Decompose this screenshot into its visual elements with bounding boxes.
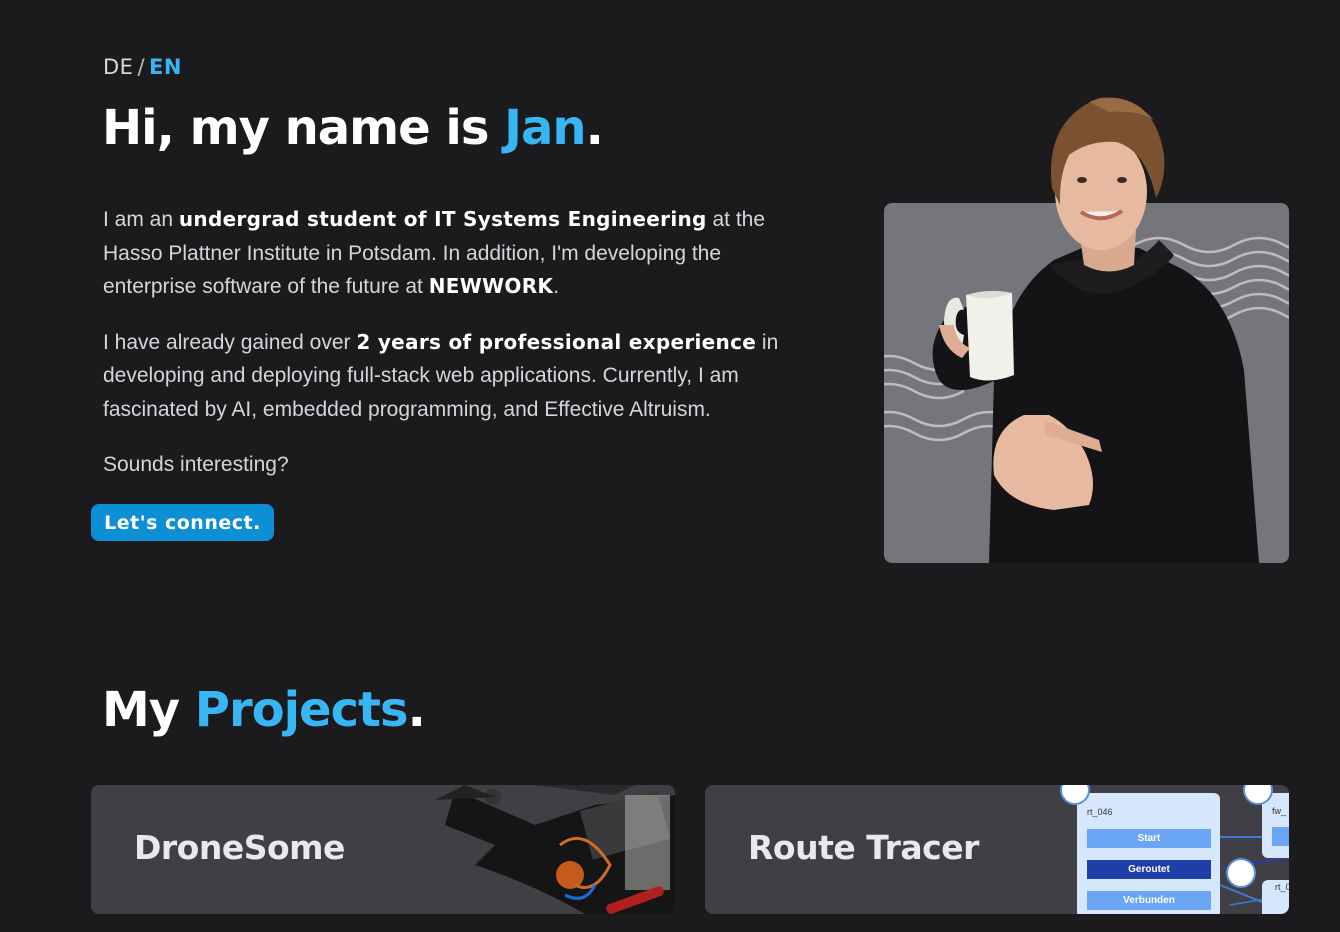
route-id: fw_: [1272, 806, 1287, 816]
project-card-title: Route Tracer: [748, 828, 979, 867]
intro-highlight-experience: 2 years of professional experience: [356, 329, 757, 354]
project-card-dronesome[interactable]: DroneSome: [91, 785, 675, 914]
router-icon: [1226, 858, 1256, 888]
routed-tag: Geroutet: [1087, 860, 1211, 879]
intro-text-span: I am an: [103, 208, 179, 231]
hero-name: Jan: [504, 100, 586, 156]
connected-tag: Verbunden: [1087, 891, 1211, 910]
language-switch: DE / EN: [103, 55, 182, 79]
hero-period: .: [585, 100, 604, 156]
intro-text-span: .: [553, 275, 560, 298]
intro-highlight-company: NEWWORK: [428, 274, 554, 298]
intro-paragraph-2: I have already gained over 2 years of pr…: [103, 326, 803, 427]
projects-title-accent: Projects: [194, 682, 409, 738]
lang-separator: /: [137, 55, 146, 79]
portrait: [884, 80, 1289, 563]
intro-highlight-degree: undergrad student of IT Systems Engineer…: [178, 207, 707, 231]
projects-title: My Projects.: [102, 682, 426, 738]
page: DE / EN Hi, my name is Jan. I am an underg…: [0, 0, 1340, 932]
person-illustration: [932, 97, 1259, 563]
route-id: rt_046: [1087, 807, 1113, 817]
drone-image: [435, 785, 675, 914]
intro-text-span: I have already gained over: [103, 330, 357, 354]
intro-text: I am an undergrad student of IT Systems …: [103, 203, 803, 504]
route-tracer-preview: rt_046 Start Geroutet Verbunden fw_ rt_0…: [1060, 785, 1289, 914]
route-node-panel: fw_: [1262, 793, 1289, 858]
route-id: rt_008: [1275, 882, 1289, 892]
intro-paragraph-1: I am an undergrad student of IT Systems …: [103, 203, 803, 304]
project-card-route-tracer[interactable]: Route Tracer rt_046 Start Geroutet Verbu…: [705, 785, 1289, 914]
projects-title-period: .: [407, 682, 426, 738]
project-card-title: DroneSome: [134, 828, 345, 867]
intro-paragraph-3: Sounds interesting?: [103, 453, 289, 476]
lang-en-link[interactable]: EN: [149, 55, 182, 79]
route-tag: [1272, 827, 1289, 846]
hero-title: Hi, my name is Jan.: [102, 100, 604, 156]
hero-greeting: Hi, my name is: [102, 100, 505, 156]
projects-title-part: My: [102, 682, 195, 738]
start-tag: Start: [1087, 829, 1211, 848]
connect-button[interactable]: Let's connect.: [91, 504, 274, 541]
lang-de-link[interactable]: DE: [103, 55, 133, 79]
route-node-panel: rt_008: [1262, 880, 1289, 914]
